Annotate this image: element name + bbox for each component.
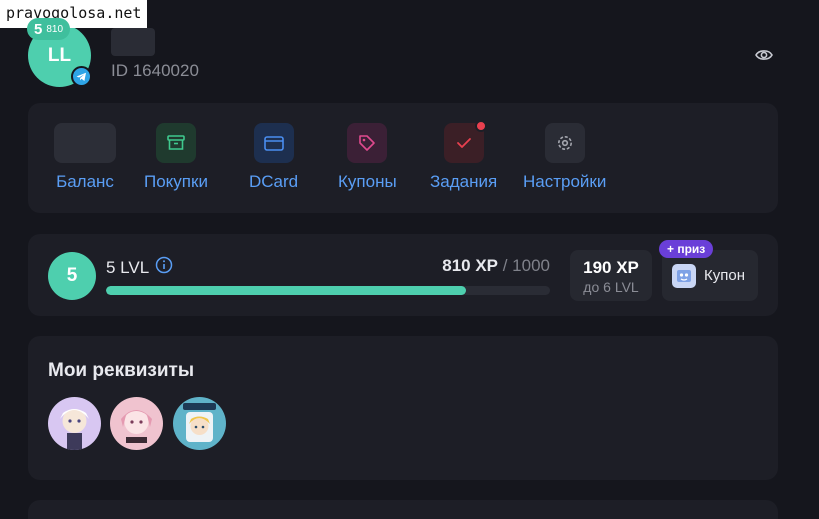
coupon-icon	[672, 263, 696, 288]
archive-box-icon	[155, 123, 196, 163]
eye-icon[interactable]	[754, 46, 774, 64]
balance-icon	[54, 123, 116, 163]
notification-dot	[474, 120, 487, 132]
user-id: ID 1640020	[111, 61, 199, 80]
menu-label-balance: Баланс	[56, 172, 114, 191]
level-badge-number: 5	[34, 20, 43, 38]
xp-card: 5 5 LVL 810 XP / 1000 190 XP до 6 LVL + …	[28, 234, 778, 316]
requisites-title: Мои реквизиты	[48, 360, 195, 381]
next-level-xp: 190 XP	[583, 258, 639, 277]
menu-card: Баланс Покупки DCard Купоны Задания Наст…	[28, 103, 778, 213]
next-level-label: до 6 LVL	[583, 279, 639, 295]
menu-label-tasks: Задания	[430, 172, 498, 191]
card-icon	[253, 123, 294, 163]
xp-current: 810 XP / 1000	[442, 256, 550, 276]
gear-icon	[544, 123, 585, 163]
next-level-box: 190 XP до 6 LVL	[570, 250, 652, 301]
menu-item-coupons[interactable]: Купоны	[338, 123, 397, 192]
level-circle: 5	[48, 252, 96, 300]
xp-progress-fill	[106, 286, 466, 295]
level-badge-xp: 810	[46, 23, 64, 35]
menu-item-tasks[interactable]: Задания	[430, 120, 498, 192]
requisites-card: Мои реквизиты	[28, 336, 778, 480]
menu-label-settings: Настройки	[523, 172, 607, 191]
menu-label-dcard: DCard	[249, 172, 299, 191]
menu-item-settings[interactable]: Настройки	[523, 123, 606, 192]
level-label: 5 LVL	[106, 257, 150, 277]
username-placeholder	[111, 28, 155, 56]
menu-item-balance[interactable]: Баланс	[54, 123, 116, 192]
check-icon	[443, 120, 487, 163]
level-badge: 5 810	[27, 18, 71, 40]
xp-progress-bar	[106, 286, 550, 295]
xp-current-value: 810 XP	[442, 256, 498, 275]
requisite-avatar-3[interactable]	[173, 397, 226, 450]
info-icon[interactable]	[155, 256, 173, 279]
telegram-icon	[71, 66, 92, 87]
prize-tag: + приз	[659, 240, 714, 258]
avatar-initials: LL	[47, 44, 72, 66]
tag-icon	[347, 123, 388, 163]
xp-max-value: / 1000	[502, 256, 550, 275]
watermark: pravogolosa.net	[0, 0, 148, 28]
prize-label: Купон	[704, 267, 745, 284]
requisite-avatar-2[interactable]	[110, 397, 163, 450]
menu-label-coupons: Купоны	[338, 172, 397, 191]
menu-label-purchases: Покупки	[144, 172, 208, 191]
bottom-card	[28, 500, 778, 519]
menu-item-dcard[interactable]: DCard	[249, 123, 298, 192]
level-title: 5 LVL	[106, 256, 173, 279]
menu-item-purchases[interactable]: Покупки	[144, 123, 208, 192]
requisite-avatar-1[interactable]	[48, 397, 101, 450]
